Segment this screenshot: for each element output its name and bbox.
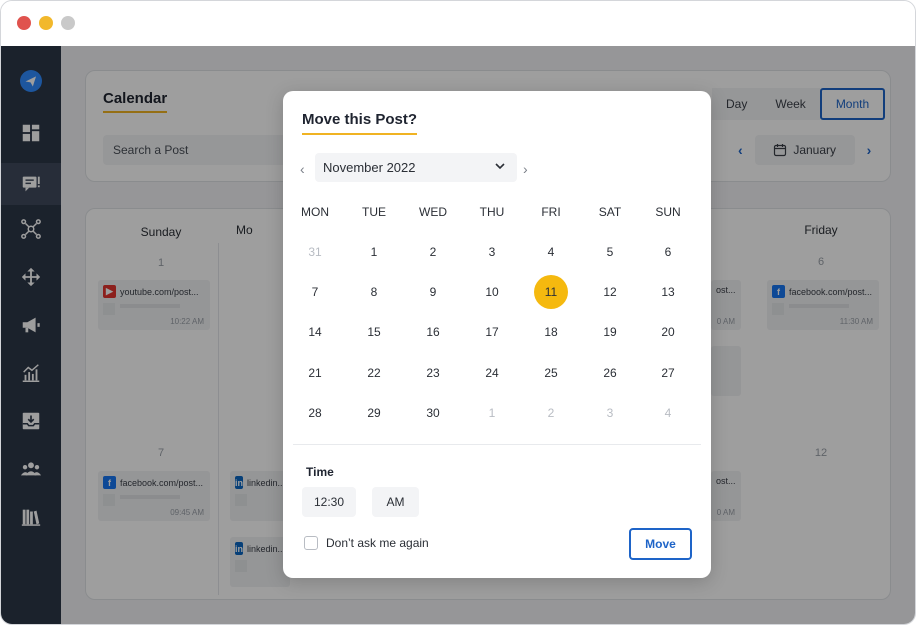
date-cell[interactable]: 1 xyxy=(357,235,391,269)
title-bar xyxy=(1,1,915,46)
weekday-fri: FRI xyxy=(541,205,561,219)
date-cell[interactable]: 24 xyxy=(475,356,509,390)
date-cell[interactable]: 11 xyxy=(534,275,568,309)
divider xyxy=(293,444,701,445)
date-cell[interactable]: 31 xyxy=(298,235,332,269)
date-cell[interactable]: 27 xyxy=(651,356,685,390)
time-ampm-select[interactable]: AM xyxy=(372,487,419,517)
date-cell[interactable]: 7 xyxy=(298,275,332,309)
minimize-window-button[interactable] xyxy=(39,16,53,30)
weekday-tue: TUE xyxy=(362,205,386,219)
time-hour-input[interactable]: 12:30 xyxy=(302,487,356,517)
date-cell[interactable]: 30 xyxy=(416,396,450,430)
date-cell[interactable]: 18 xyxy=(534,315,568,349)
date-cell[interactable]: 2 xyxy=(534,396,568,430)
weekday-sun: SUN xyxy=(655,205,681,219)
date-cell[interactable]: 9 xyxy=(416,275,450,309)
date-cell[interactable]: 10 xyxy=(475,275,509,309)
date-cell[interactable]: 13 xyxy=(651,275,685,309)
date-cell[interactable]: 17 xyxy=(475,315,509,349)
date-cell[interactable]: 16 xyxy=(416,315,450,349)
date-cell[interactable]: 21 xyxy=(298,356,332,390)
date-cell[interactable]: 4 xyxy=(651,396,685,430)
date-cell[interactable]: 8 xyxy=(357,275,391,309)
weekday-wed: WED xyxy=(419,205,447,219)
date-cell[interactable]: 20 xyxy=(651,315,685,349)
close-window-button[interactable] xyxy=(17,16,31,30)
date-cell[interactable]: 23 xyxy=(416,356,450,390)
date-cell[interactable]: 15 xyxy=(357,315,391,349)
weekday-thu: THU xyxy=(479,205,505,219)
date-cell[interactable]: 3 xyxy=(593,396,627,430)
date-cell[interactable]: 29 xyxy=(357,396,391,430)
month-select[interactable]: November 2022 xyxy=(315,153,517,182)
date-cell[interactable]: 25 xyxy=(534,356,568,390)
date-cell[interactable]: 22 xyxy=(357,356,391,390)
date-cell[interactable]: 6 xyxy=(651,235,685,269)
move-button[interactable]: Move xyxy=(629,528,692,560)
weekday-mon: MON xyxy=(301,205,329,219)
dont-ask-row: Don’t ask me again xyxy=(304,536,429,550)
date-cell[interactable]: 12 xyxy=(593,275,627,309)
dialog-title: Move this Post? xyxy=(302,111,418,135)
month-select-value: November 2022 xyxy=(323,160,416,175)
date-cell[interactable]: 26 xyxy=(593,356,627,390)
weekday-sat: SAT xyxy=(598,205,622,219)
dont-ask-checkbox[interactable] xyxy=(304,536,318,550)
move-post-dialog: Move this Post? ‹ November 2022 › MON TUE… xyxy=(283,91,711,578)
app-window: Calendar Search a Post Day Week Month ‹ … xyxy=(0,0,916,625)
maximize-window-button[interactable] xyxy=(61,16,75,30)
date-cell[interactable]: 5 xyxy=(593,235,627,269)
next-month-icon[interactable]: › xyxy=(523,161,528,177)
dont-ask-label: Don’t ask me again xyxy=(326,536,429,550)
date-cell[interactable]: 3 xyxy=(475,235,509,269)
prev-month-icon[interactable]: ‹ xyxy=(300,161,305,177)
date-cell[interactable]: 28 xyxy=(298,396,332,430)
date-cell[interactable]: 4 xyxy=(534,235,568,269)
date-cell[interactable]: 19 xyxy=(593,315,627,349)
date-cell[interactable]: 1 xyxy=(475,396,509,430)
time-label: Time xyxy=(306,465,334,479)
chevron-down-icon xyxy=(495,163,505,170)
date-cell[interactable]: 14 xyxy=(298,315,332,349)
date-cell[interactable]: 2 xyxy=(416,235,450,269)
